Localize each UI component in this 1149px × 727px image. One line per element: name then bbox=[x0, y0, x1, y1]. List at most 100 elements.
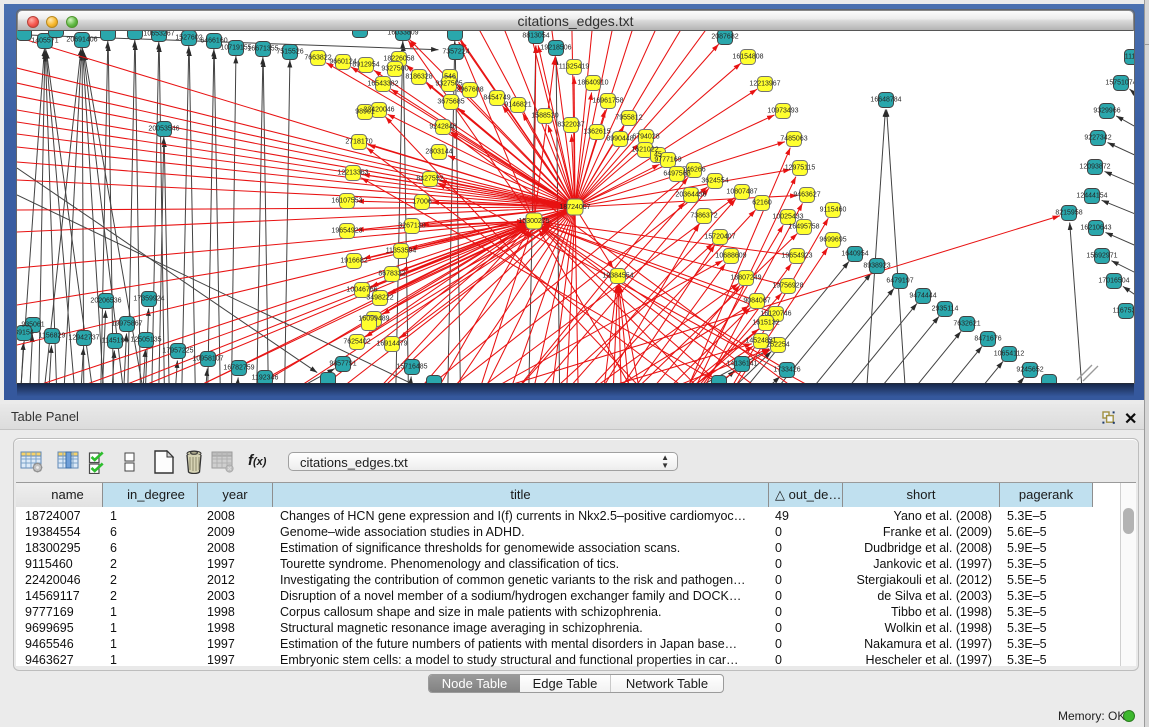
svg-text:9327500: 9327500 bbox=[381, 66, 408, 73]
svg-text:8938923: 8938923 bbox=[863, 263, 890, 270]
svg-text:8215958: 8215958 bbox=[1055, 210, 1082, 217]
svg-text:9227342: 9227342 bbox=[1084, 135, 1111, 142]
svg-text:16033809: 16033809 bbox=[387, 31, 418, 37]
svg-text:9245652: 9245652 bbox=[1016, 367, 1043, 374]
svg-text:2967608: 2967608 bbox=[456, 87, 483, 94]
svg-text:3624554: 3624554 bbox=[701, 178, 728, 185]
svg-text:20053546: 20053546 bbox=[148, 126, 179, 133]
svg-text:9777169: 9777169 bbox=[654, 157, 681, 164]
svg-text:20364436: 20364436 bbox=[675, 192, 706, 199]
svg-text:6479197: 6479197 bbox=[886, 278, 913, 285]
svg-text:8427552: 8427552 bbox=[416, 176, 443, 183]
svg-text:16914479: 16914479 bbox=[376, 341, 407, 348]
svg-text:7386372: 7386372 bbox=[690, 213, 717, 220]
svg-text:11353594: 11353594 bbox=[386, 248, 417, 255]
svg-text:15720407: 15720407 bbox=[704, 234, 735, 241]
svg-text:3675685: 3675685 bbox=[437, 99, 464, 106]
svg-text:7663822: 7663822 bbox=[304, 55, 331, 62]
svg-text:19654923: 19654923 bbox=[331, 228, 362, 235]
svg-text:16154808: 16154808 bbox=[732, 54, 763, 61]
svg-text:8813054: 8813054 bbox=[522, 33, 549, 40]
svg-text:10025433: 10025433 bbox=[772, 214, 803, 221]
svg-text:12213967: 12213967 bbox=[749, 81, 780, 88]
svg-text:2803144: 2803144 bbox=[425, 149, 452, 156]
svg-text:10958107: 10958107 bbox=[192, 356, 223, 363]
svg-text:19218506: 19218506 bbox=[540, 45, 571, 52]
svg-text:9242848: 9242848 bbox=[429, 124, 456, 131]
svg-text:935061: 935061 bbox=[21, 322, 44, 329]
svg-text:9084067: 9084067 bbox=[743, 298, 770, 305]
svg-text:6466160: 6466160 bbox=[200, 38, 227, 45]
svg-text:1916682: 1916682 bbox=[340, 258, 367, 265]
svg-text:20206536: 20206536 bbox=[90, 298, 121, 305]
svg-text:10653267: 10653267 bbox=[143, 31, 174, 38]
svg-text:17957225: 17957225 bbox=[162, 348, 193, 355]
svg-text:9115460: 9115460 bbox=[820, 207, 847, 214]
svg-text:6794028: 6794028 bbox=[632, 134, 659, 141]
svg-text:2718170: 2718170 bbox=[345, 139, 372, 146]
svg-text:1167533: 1167533 bbox=[1113, 308, 1134, 315]
svg-text:15300275: 15300275 bbox=[518, 218, 549, 225]
svg-text:9699695: 9699695 bbox=[819, 237, 846, 244]
svg-text:9474444: 9474444 bbox=[909, 293, 936, 300]
svg-text:2087682: 2087682 bbox=[711, 34, 738, 41]
svg-text:1405571: 1405571 bbox=[31, 38, 58, 45]
svg-text:1615132: 1615132 bbox=[752, 320, 779, 327]
svg-text:18724007: 18724007 bbox=[559, 204, 590, 211]
svg-text:9463627: 9463627 bbox=[793, 192, 820, 199]
svg-text:9329966: 9329966 bbox=[1093, 108, 1120, 115]
svg-text:1733426: 1733426 bbox=[773, 367, 800, 374]
svg-text:7955812: 7955812 bbox=[615, 115, 642, 122]
svg-text:17016504: 17016504 bbox=[1098, 278, 1129, 285]
svg-text:16648784: 16648784 bbox=[870, 97, 901, 104]
svg-text:17359924: 17359924 bbox=[133, 296, 164, 303]
svg-text:10654112: 10654112 bbox=[994, 351, 1025, 358]
svg-text:18226058: 18226058 bbox=[383, 56, 414, 63]
svg-text:16543382: 16543382 bbox=[367, 81, 398, 88]
svg-text:14136141: 14136141 bbox=[726, 361, 757, 368]
svg-text:16107553: 16107553 bbox=[331, 198, 362, 205]
svg-text:18807249: 18807249 bbox=[730, 275, 761, 282]
svg-text:1192346: 1192346 bbox=[252, 375, 279, 382]
svg-text:8322037: 8322037 bbox=[557, 122, 584, 129]
svg-text:7632621: 7632621 bbox=[953, 321, 980, 328]
svg-text:1588520: 1588520 bbox=[531, 113, 558, 120]
svg-text:19384554: 19384554 bbox=[602, 273, 633, 280]
svg-text:7625402: 7625402 bbox=[343, 339, 370, 346]
svg-text:62160: 62160 bbox=[752, 200, 772, 207]
svg-text:8990448: 8990448 bbox=[606, 136, 633, 143]
svg-text:9146821: 9146821 bbox=[504, 102, 531, 109]
svg-text:15751074: 15751074 bbox=[1105, 80, 1134, 87]
svg-text:16210643: 16210643 bbox=[1080, 225, 1111, 232]
svg-text:10973493: 10973493 bbox=[767, 108, 798, 115]
svg-text:10046766: 10046766 bbox=[346, 287, 377, 294]
svg-text:20691406: 20691406 bbox=[66, 37, 97, 44]
svg-text:8678332: 8678332 bbox=[378, 271, 405, 278]
svg-text:16495758: 16495758 bbox=[788, 224, 819, 231]
svg-text:7357224: 7357224 bbox=[442, 49, 469, 56]
svg-text:10807487: 10807487 bbox=[726, 189, 757, 196]
svg-text:16782759: 16782759 bbox=[223, 365, 254, 372]
svg-text:1527602: 1527602 bbox=[175, 35, 202, 42]
svg-text:1145194: 1145194 bbox=[102, 338, 129, 345]
svg-text:16961758: 16961758 bbox=[592, 98, 623, 105]
svg-text:9857791: 9857791 bbox=[329, 361, 356, 368]
svg-text:10688609: 10688609 bbox=[715, 253, 746, 260]
svg-text:11325419: 11325419 bbox=[559, 64, 590, 71]
svg-text:546: 546 bbox=[444, 74, 456, 81]
svg-text:8471676: 8471676 bbox=[974, 336, 1001, 343]
svg-text:15692971: 15692971 bbox=[1086, 253, 1117, 260]
svg-text:19654923: 19654923 bbox=[781, 253, 812, 260]
svg-text:252254: 252254 bbox=[766, 342, 789, 349]
svg-text:3498222: 3498222 bbox=[366, 295, 393, 302]
svg-text:7515526: 7515526 bbox=[276, 49, 303, 56]
svg-text:12505135: 12505135 bbox=[130, 337, 161, 344]
svg-text:6497568: 6497568 bbox=[663, 171, 690, 178]
svg-text:39154: 39154 bbox=[17, 330, 34, 337]
svg-text:16120746: 16120746 bbox=[760, 311, 791, 318]
svg-text:18640910: 18640910 bbox=[577, 80, 608, 87]
svg-text:1117: 1117 bbox=[1125, 54, 1134, 61]
svg-text:12942737: 12942737 bbox=[68, 335, 99, 342]
svg-text:12975115: 12975115 bbox=[785, 165, 816, 172]
svg-text:7485063: 7485063 bbox=[780, 136, 807, 143]
